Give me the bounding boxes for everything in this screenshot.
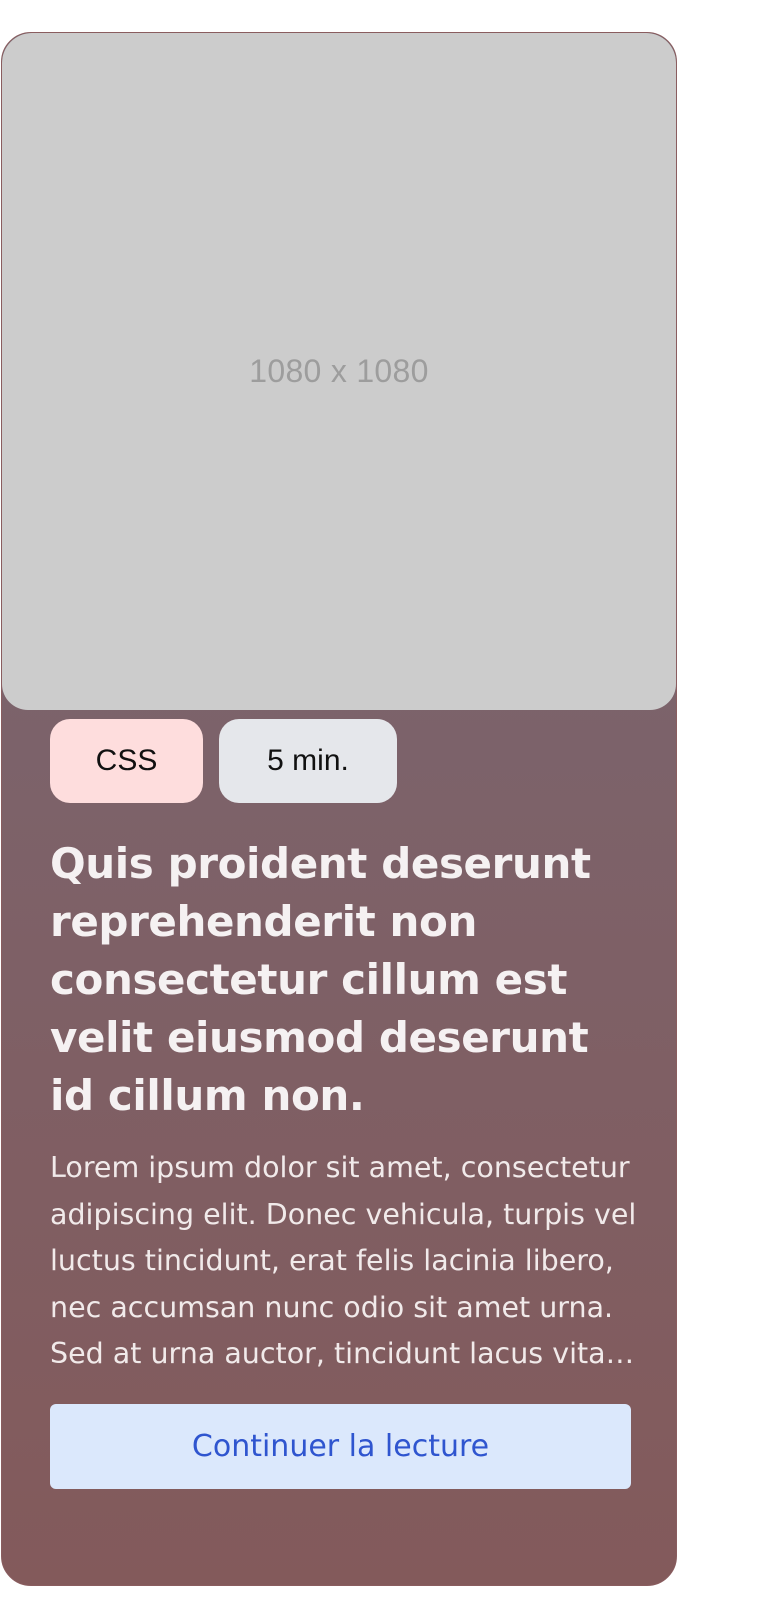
article-image-placeholder: 1080 x 1080 [2,33,676,710]
continue-reading-button[interactable]: Continuer la lecture [50,1404,631,1489]
image-size-label: 1080 x 1080 [249,353,429,389]
tag-list: CSS 5 min. [50,719,397,803]
reading-time-tag: 5 min. [219,719,397,803]
article-card: 1080 x 1080 CSS 5 min. Quis proident des… [1,32,677,1586]
article-excerpt: Lorem ipsum dolor sit amet, consectetur … [50,1151,637,1370]
article-title: Quis proident deserunt reprehenderit non… [50,839,591,1120]
topic-tag: CSS [50,719,203,803]
